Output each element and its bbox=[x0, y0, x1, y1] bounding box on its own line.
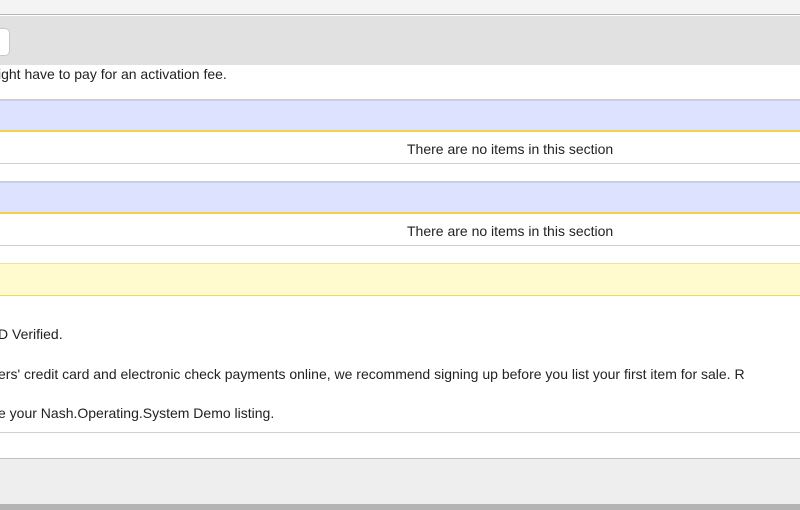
empty-section-message: There are no items in this section bbox=[407, 223, 614, 239]
activation-fee-text: ight have to pay for an activation fee. bbox=[0, 66, 227, 82]
divider bbox=[0, 432, 800, 433]
top-strip bbox=[0, 0, 800, 15]
section-header-1 bbox=[0, 100, 800, 132]
toolbar-button[interactable] bbox=[0, 28, 10, 56]
notice-band bbox=[0, 263, 800, 296]
section-2-body: There are no items in this section bbox=[0, 216, 800, 246]
verified-text: D Verified. bbox=[0, 326, 63, 342]
bottom-edge bbox=[0, 504, 800, 510]
payments-text: ers' credit card and electronic check pa… bbox=[0, 366, 745, 382]
section-header-2 bbox=[0, 182, 800, 214]
listing-text: e your Nash.Operating.System Demo listin… bbox=[0, 405, 275, 421]
empty-section-message: There are no items in this section bbox=[407, 141, 614, 157]
toolbar bbox=[0, 16, 800, 65]
footer-bar bbox=[0, 458, 800, 504]
section-1-body: There are no items in this section bbox=[0, 134, 800, 164]
